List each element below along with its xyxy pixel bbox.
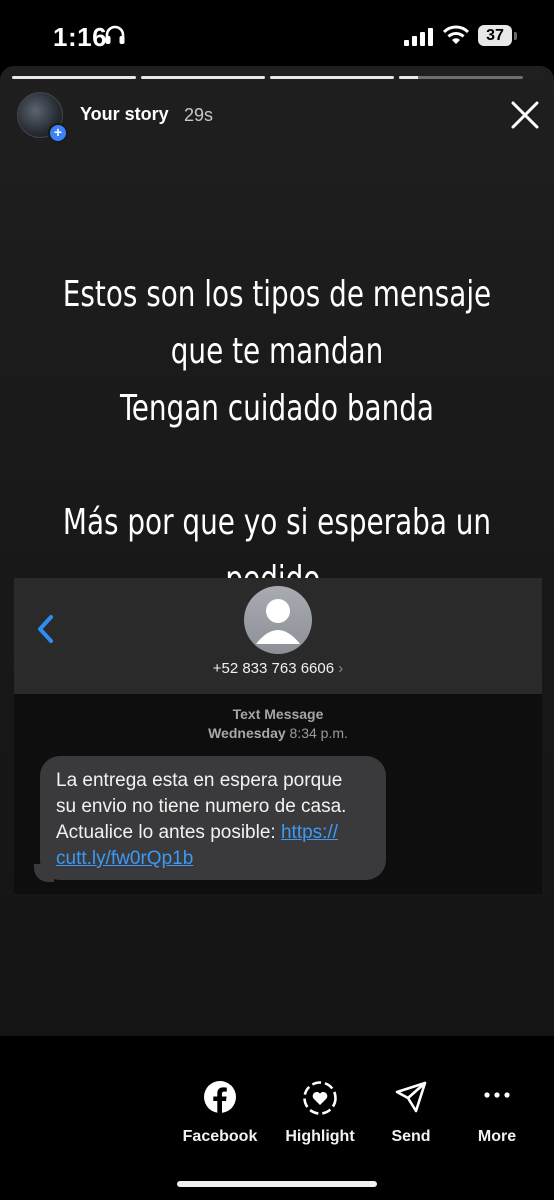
story-elapsed-time: 29s [184, 105, 214, 125]
sms-screenshot-body: Text Message Wednesday 8:34 p.m. La entr… [14, 694, 542, 894]
story-progress-segment [141, 76, 265, 79]
story-progress-fill [141, 76, 265, 79]
chevron-left-icon [36, 614, 54, 649]
story-progress-segment [12, 76, 136, 79]
add-story-plus-icon[interactable]: + [48, 123, 68, 143]
send-button[interactable]: Send [366, 1070, 456, 1146]
sms-date: Wednesday 8:34 p.m. [14, 725, 542, 741]
caption-line: Tengan cuidado banda [119, 388, 435, 429]
message-link-continued: cutt.ly/fw0rQp1b [56, 848, 194, 869]
more-button[interactable]: More [452, 1070, 542, 1146]
facebook-label: Facebook [182, 1128, 258, 1145]
send-label: Send [391, 1128, 431, 1145]
send-icon [366, 1070, 456, 1128]
sms-type-label: Text Message [232, 706, 324, 722]
message-link: https:// [280, 822, 338, 843]
chevron-right-icon: › [338, 660, 344, 677]
caption-line: Más por que yo si esperaba un [62, 502, 492, 543]
caption-line [39, 437, 515, 494]
facebook-button[interactable]: Facebook [175, 1070, 265, 1146]
battery-cap [514, 32, 517, 40]
caption-line: que te mandan [170, 331, 384, 372]
sms-date-time: 8:34 p.m. [289, 725, 348, 741]
sms-screenshot-header: +52 833 763 6606 › [14, 578, 542, 694]
message-text: La entrega esta en espera porque su envio… [56, 768, 386, 872]
story-progress-fill [270, 76, 394, 79]
facebook-icon [175, 1070, 265, 1128]
story-progress-segment [270, 76, 394, 79]
cellular-signal-icon [404, 28, 434, 51]
contact-number-text: +52 833 763 6606 [212, 660, 335, 677]
contact-number: +52 833 763 6606 › [14, 660, 542, 677]
sms-date-day: Wednesday [208, 725, 286, 741]
more-dots-icon [452, 1070, 542, 1128]
wifi-icon [442, 25, 470, 50]
message-line: La entrega esta en espera porque [56, 770, 343, 791]
message-line: su envio no tiene numero de casa. [56, 796, 347, 817]
story-progress [12, 76, 523, 80]
message-line: Actualice lo antes posible: [56, 822, 281, 843]
message-bubble: La entrega esta en espera porque su envio… [40, 756, 386, 880]
close-icon[interactable] [510, 100, 540, 135]
more-label: More [477, 1128, 517, 1145]
status-time: 1:16 [53, 22, 108, 52]
highlight-button[interactable]: Highlight [275, 1070, 365, 1146]
story-progress-segment [399, 76, 523, 79]
story-progress-fill [12, 76, 136, 79]
headphones-icon [104, 25, 126, 50]
highlight-label: Highlight [285, 1128, 355, 1145]
highlight-heart-icon [275, 1070, 365, 1128]
battery-level: 37 [478, 25, 512, 46]
status-bar: 1:16 37 [0, 0, 554, 66]
story-user-label[interactable]: Your story [80, 104, 169, 125]
story-actions-bar: Facebook Highlight Send More [0, 1070, 554, 1160]
home-indicator[interactable] [177, 1181, 377, 1187]
story-caption: Estos son los tipos de mensaje que te ma… [0, 266, 554, 608]
story-progress-fill [399, 76, 418, 79]
caption-line: Estos son los tipos de mensaje [62, 274, 492, 315]
contact-avatar-icon [244, 586, 312, 654]
